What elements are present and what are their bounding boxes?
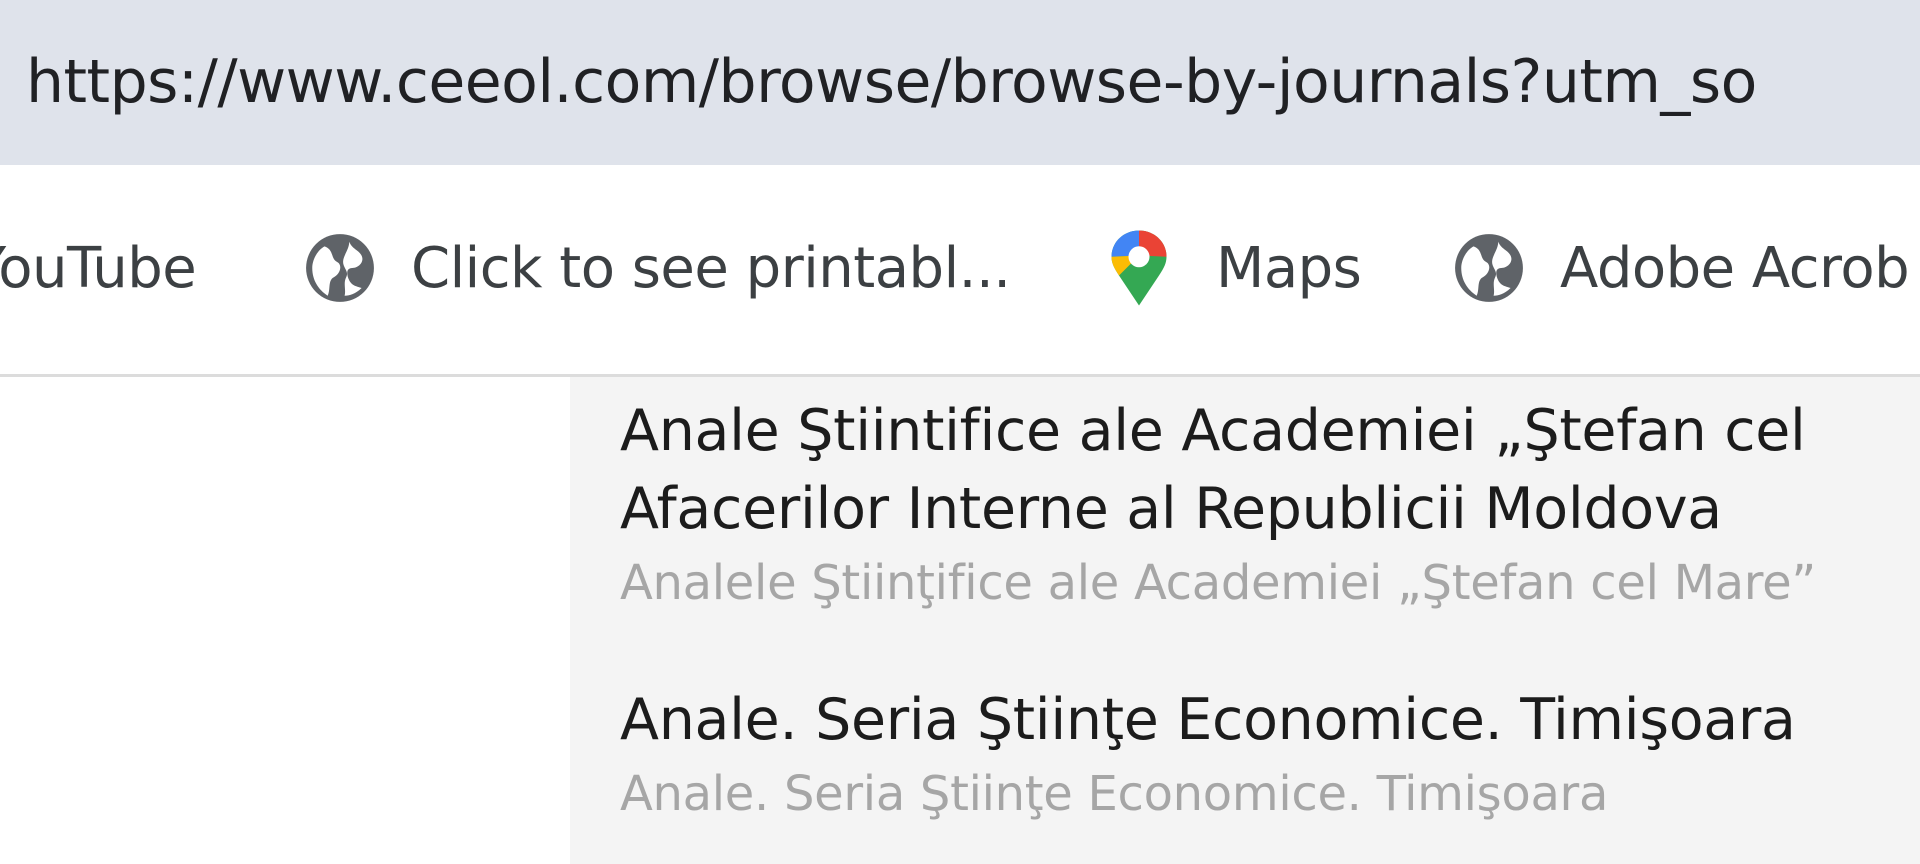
bookmark-maps[interactable]: Maps bbox=[1108, 228, 1362, 308]
bookmark-youtube[interactable]: YouTube bbox=[0, 228, 197, 308]
journal-subtitle: Anale. Seria Ştiinţe Economice. Timişoar… bbox=[620, 766, 1609, 822]
bookmark-adobe[interactable]: Adobe Acrob bbox=[1452, 228, 1910, 308]
bookmark-label: YouTube bbox=[0, 235, 197, 301]
bookmark-label: Maps bbox=[1216, 235, 1362, 301]
journal-title[interactable]: Anale Ştiintifice ale Academiei „Ştefan … bbox=[620, 392, 1816, 470]
bookmarks-bar: YouTube Click to see printabl... Maps bbox=[0, 165, 1920, 377]
journal-result-item[interactable]: Anale. Seria Ştiinţe Economice. Timişoar… bbox=[620, 681, 1796, 829]
url-text[interactable]: https://www.ceeol.com/browse/browse-by-j… bbox=[26, 42, 1757, 122]
bookmark-label: Click to see printabl... bbox=[411, 235, 1011, 301]
journal-result-item[interactable]: Anale Ştiintifice ale Academiei „Ştefan … bbox=[620, 392, 1816, 618]
google-maps-icon bbox=[1111, 230, 1167, 306]
journal-title[interactable]: Anale. Seria Ştiinţe Economice. Timişoar… bbox=[620, 681, 1796, 759]
page-content: Anale Ştiintifice ale Academiei „Ştefan … bbox=[0, 377, 1920, 864]
browser-window: https://www.ceeol.com/browse/browse-by-j… bbox=[0, 0, 1920, 864]
journal-results-list: Anale Ştiintifice ale Academiei „Ştefan … bbox=[570, 377, 1920, 864]
globe-icon bbox=[1455, 234, 1523, 302]
address-bar[interactable]: https://www.ceeol.com/browse/browse-by-j… bbox=[0, 0, 1920, 165]
globe-icon bbox=[306, 234, 374, 302]
journal-title[interactable]: Afacerilor Interne al Republicii Moldova bbox=[620, 470, 1816, 548]
bookmark-label: Adobe Acrob bbox=[1560, 235, 1910, 301]
bookmark-printable[interactable]: Click to see printabl... bbox=[303, 228, 1011, 308]
journal-subtitle: Analele Ştiinţifice ale Academiei „Ştefa… bbox=[620, 555, 1816, 611]
